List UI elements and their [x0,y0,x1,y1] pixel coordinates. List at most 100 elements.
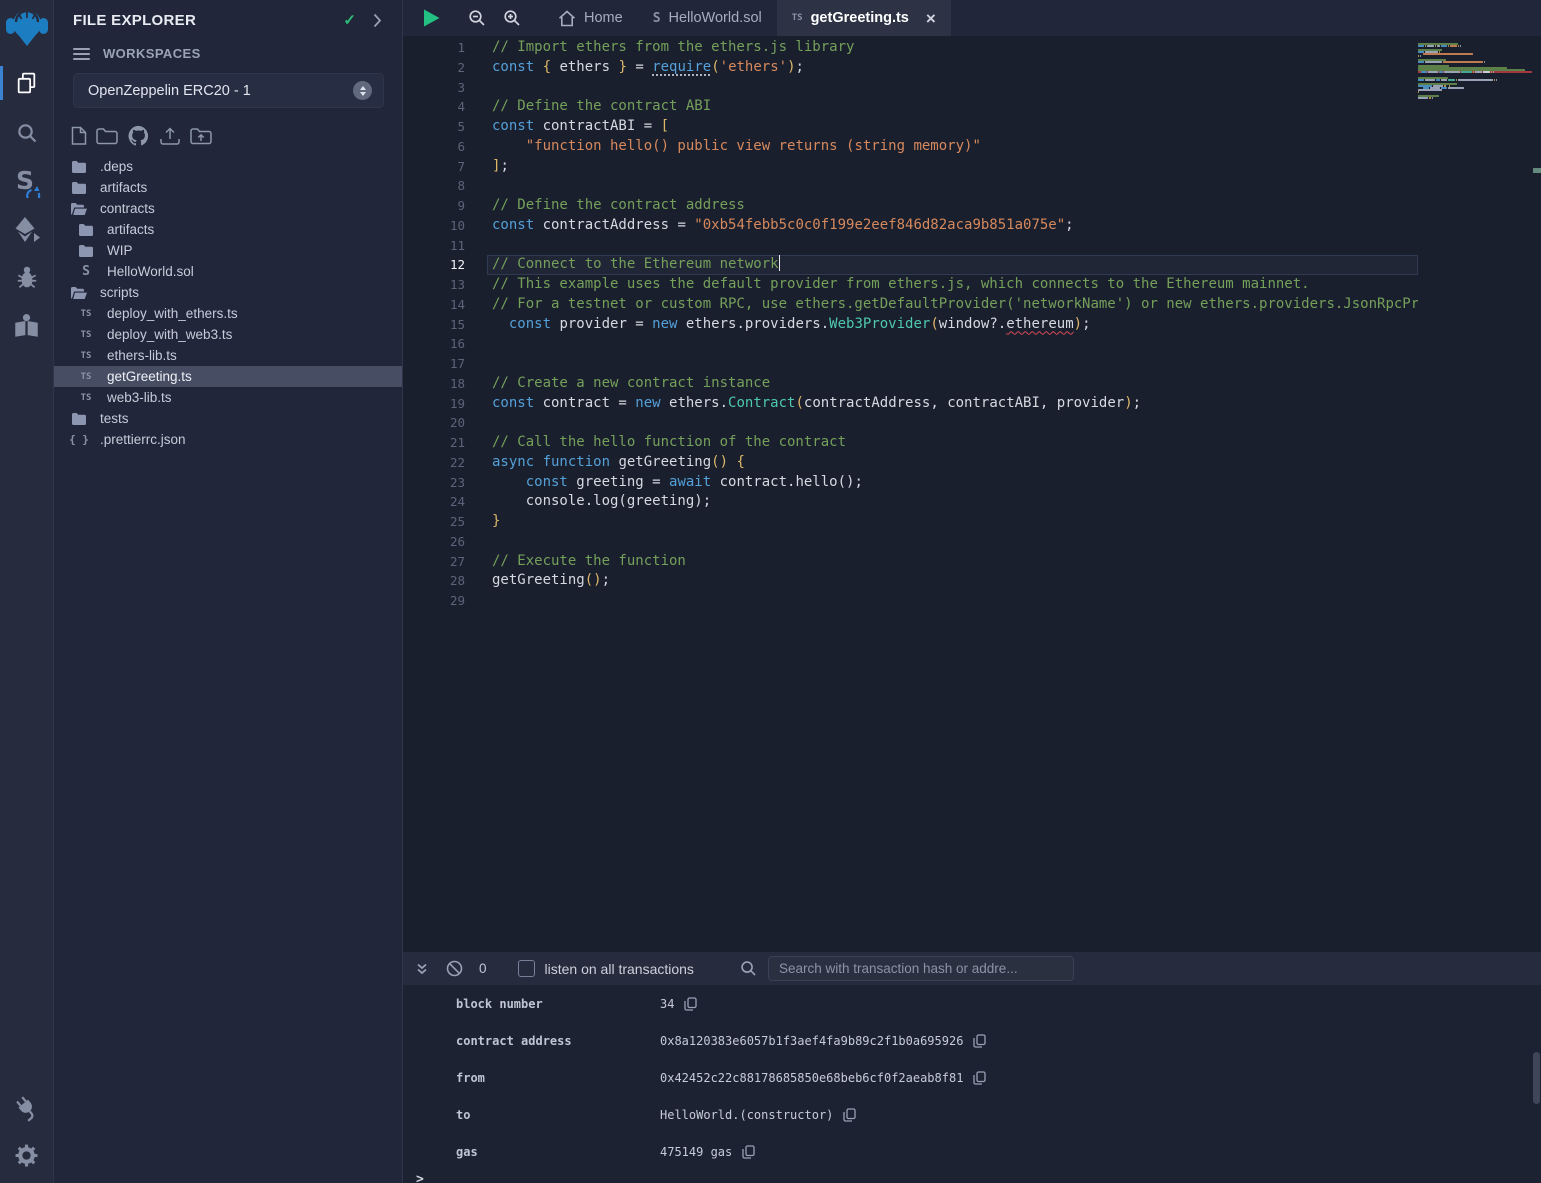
code-line-22: 22async function getGreeting() { [403,453,1418,473]
solidity-icon: S [78,264,94,279]
pending-tx-count: 0 [479,961,487,976]
tab-helloworld-sol[interactable]: SHelloWorld.sol [638,0,777,36]
debugger-icon[interactable] [0,257,53,297]
new-folder-icon[interactable] [96,127,118,145]
tree-item-scripts[interactable]: scripts [54,282,402,303]
collapse-terminal-icon[interactable] [415,962,429,976]
ts-icon: TS [792,13,803,23]
tree-item-label: getGreeting.ts [107,369,192,384]
line-text: // Call the hello function of the contra… [465,433,846,453]
workspace-selector[interactable]: OpenZeppelin ERC20 - 1 [73,73,384,108]
tab-label: HelloWorld.sol [669,10,762,26]
tree-item--prettierrc-json[interactable]: { }.prettierrc.json [54,429,402,450]
copy-icon[interactable] [973,1034,986,1048]
code-editor[interactable]: 1// Import ethers from the ethers.js lib… [403,36,1541,952]
tree-item-tests[interactable]: tests [54,408,402,429]
activity-bar: S [0,0,54,1183]
copy-icon[interactable] [742,1145,755,1159]
zoom-in-icon[interactable] [503,9,521,27]
code-line-1: 1// Import ethers from the ethers.js lib… [403,38,1418,58]
tree-item-label: contracts [100,201,155,216]
tree-item-helloworld-sol[interactable]: S HelloWorld.sol [54,261,402,282]
upload-file-icon[interactable] [159,126,181,146]
line-text: ]; [465,157,509,177]
line-number: 17 [403,354,465,374]
tab-home[interactable]: Home [543,0,638,36]
folder-icon [71,413,87,425]
terminal-search-input[interactable] [768,956,1074,981]
zoom-out-icon[interactable] [468,9,486,27]
close-tab-icon[interactable]: × [926,10,936,27]
tree-item-label: ethers-lib.ts [107,348,177,363]
code-line-12: 12// Connect to the Ethereum network [403,255,1418,275]
file-explorer-icon[interactable] [0,63,53,103]
github-clone-icon[interactable] [127,125,150,147]
code-line-18: 18// Create a new contract instance [403,374,1418,394]
code-line-10: 10const contractAddress = "0xb54febb5c0c… [403,216,1418,236]
line-text: const contractAddress = "0xb54febb5c0c0f… [465,216,1074,236]
tx-detail-value: 0x42452c22c88178685850e68beb6cf0f2aeab8f… [660,1071,963,1085]
code-line-5: 5const contractABI = [ [403,117,1418,137]
tx-detail-value: 34 [660,997,674,1011]
solidity-compiler-icon[interactable]: S [0,161,53,201]
clear-console-icon[interactable] [446,960,463,977]
tree-item-artifacts[interactable]: artifacts [54,219,402,240]
copy-icon[interactable] [684,997,697,1011]
code-line-20: 20 [403,413,1418,433]
tree-item-label: artifacts [100,180,147,195]
run-script-button[interactable] [422,8,441,28]
ts-icon: TS [78,351,94,361]
folder-icon [71,182,87,194]
tree-item-web3-lib-ts[interactable]: TSweb3-lib.ts [54,387,402,408]
tab-getgreeting-ts[interactable]: TSgetGreeting.ts× [777,0,951,36]
line-text: // For a testnet or custom RPC, use ethe… [465,295,1418,315]
tree-item-ethers-lib-ts[interactable]: TS ethers-lib.ts [54,345,402,366]
code-line-23: 23 const greeting = await contract.hello… [403,473,1418,493]
tree-item-wip[interactable]: WIP [54,240,402,261]
new-file-icon[interactable] [71,126,87,146]
line-number: 27 [403,552,465,572]
terminal-scrollbar[interactable] [1533,1052,1540,1104]
tree-item-artifacts[interactable]: artifacts [54,177,402,198]
search-icon[interactable] [0,113,53,153]
tree-item-label: tests [100,411,129,426]
line-number: 20 [403,413,465,433]
deploy-run-icon[interactable] [0,209,53,249]
line-text [465,78,492,98]
tree-item-label: HelloWorld.sol [107,264,194,279]
line-number: 14 [403,295,465,315]
main-area: Home SHelloWorld.solTSgetGreeting.ts× 1//… [403,0,1541,1183]
tree-item-deploy-with-web3-ts[interactable]: TSdeploy_with_web3.ts [54,324,402,345]
listen-transactions-checkbox[interactable] [518,960,535,977]
line-text: const { ethers } = require('ethers'); [465,58,804,78]
workspace-arrows-icon[interactable] [353,81,372,100]
tabs: Home SHelloWorld.solTSgetGreeting.ts× [543,0,951,36]
file-actions-toolbar [71,125,402,147]
folder-icon [78,224,94,236]
hamburger-menu-icon[interactable] [73,48,90,60]
line-text: // This example uses the default provide… [465,275,1310,295]
copy-icon[interactable] [973,1071,986,1085]
plugin-manager-icon[interactable] [0,1087,53,1127]
settings-icon[interactable] [0,1135,53,1175]
code-line-17: 17 [403,354,1418,374]
upload-folder-icon[interactable] [190,127,212,145]
tree-item-getgreeting-ts[interactable]: TSgetGreeting.ts [54,366,402,387]
check-icon[interactable]: ✓ [343,11,356,29]
line-text [465,591,492,611]
remix-logo-icon[interactable] [0,3,53,51]
line-number: 21 [403,433,465,453]
tree-item-label: WIP [107,243,133,258]
minimap[interactable] [1418,43,1532,101]
tree-item-deploy-with-ethers-ts[interactable]: TSdeploy_with_ethers.ts [54,303,402,324]
tree-item-contracts[interactable]: contracts [54,198,402,219]
copy-icon[interactable] [843,1108,856,1122]
tx-detail-row: contract address0x8a120383e6057b1f3aef4f… [403,1022,1541,1059]
tree-item--deps[interactable]: .deps [54,156,402,177]
chevron-right-icon[interactable] [373,13,382,28]
line-text: getGreeting(); [465,571,610,591]
terminal-prompt[interactable]: > [403,1172,1541,1183]
line-number: 29 [403,591,465,611]
tab-label: Home [584,10,623,26]
learneth-icon[interactable] [0,305,53,345]
